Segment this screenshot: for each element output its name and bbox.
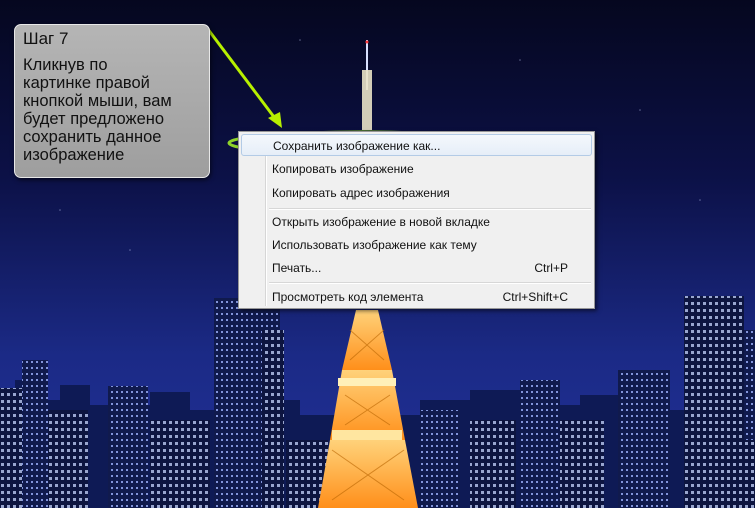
step-description-line: картинке правой: [23, 74, 150, 92]
pointer-arrow-head: [268, 112, 282, 128]
menu-item-print[interactable]: Печать... Ctrl+P: [241, 257, 592, 279]
step-description: Кликнув по картинке правой кнопкой мыши,…: [23, 56, 207, 164]
menu-item-label: Использовать изображение как тему: [272, 238, 477, 252]
menu-item-inspect-element[interactable]: Просмотреть код элемента Ctrl+Shift+C: [241, 286, 592, 308]
menu-separator: [269, 208, 591, 210]
menu-item-label: Открыть изображение в новой вкладке: [272, 215, 490, 229]
menu-item-shortcut: Ctrl+Shift+C: [502, 290, 568, 304]
menu-item-label: Печать...: [272, 261, 322, 275]
menu-item-label: Копировать адрес изображения: [272, 186, 450, 200]
menu-item-save-image-as[interactable]: Сохранить изображение как...: [241, 134, 592, 156]
menu-item-open-image-new-tab[interactable]: Открыть изображение в новой вкладке: [241, 211, 592, 233]
step-description-line: Кликнув по: [23, 56, 108, 74]
menu-item-label: Копировать изображение: [272, 162, 414, 176]
step-description-line: будет предложено: [23, 110, 165, 128]
menu-item-label: Сохранить изображение как...: [273, 139, 441, 153]
context-menu: Сохранить изображение как... Копировать …: [238, 131, 595, 309]
step-description-line: сохранить данное: [23, 128, 162, 146]
menu-item-copy-image-address[interactable]: Копировать адрес изображения: [241, 182, 592, 204]
menu-item-use-image-as-theme[interactable]: Использовать изображение как тему: [241, 234, 592, 256]
menu-item-shortcut: Ctrl+P: [534, 261, 568, 275]
step-description-line: изображение: [23, 146, 125, 164]
step-description-line: кнопкой мыши, вам: [23, 92, 172, 110]
instruction-callout: Шаг 7 Кликнув по картинке правой кнопкой…: [14, 24, 210, 178]
step-title: Шаг 7: [23, 29, 69, 48]
menu-separator: [269, 282, 591, 284]
pointer-arrow-line: [205, 27, 279, 122]
menu-item-label: Просмотреть код элемента: [272, 290, 424, 304]
menu-item-copy-image[interactable]: Копировать изображение: [241, 158, 592, 180]
